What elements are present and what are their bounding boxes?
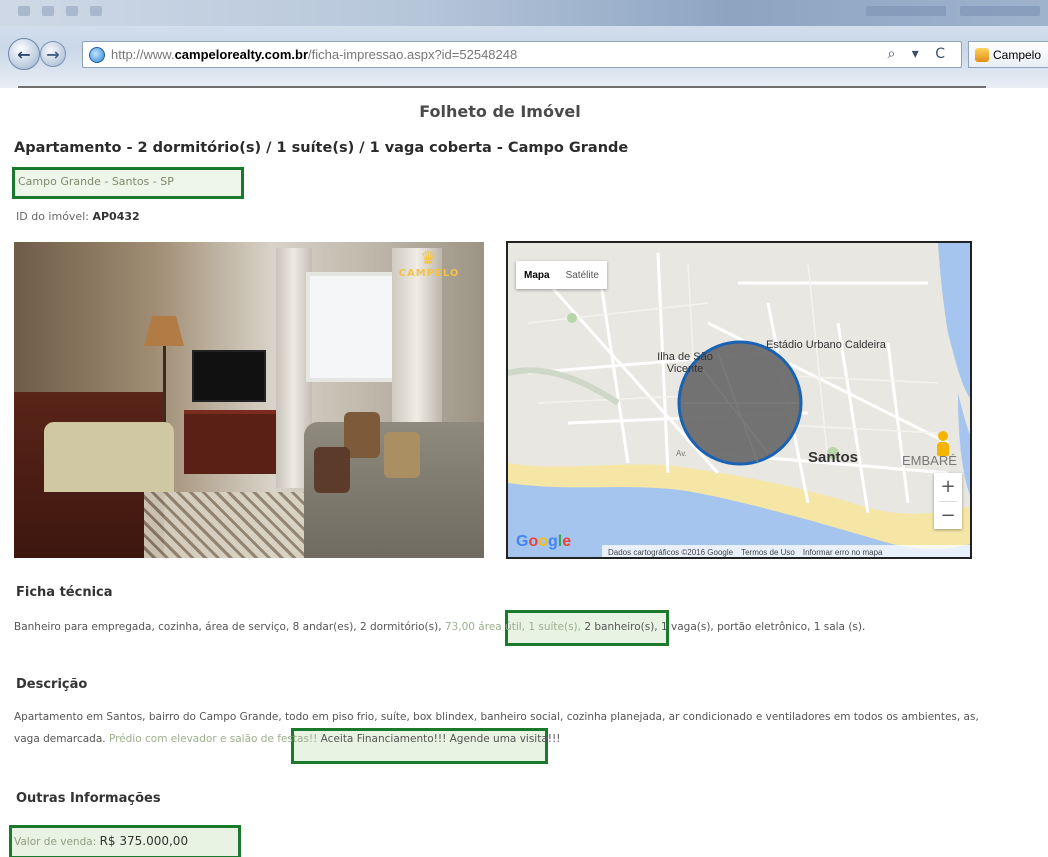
price-line: Valor de venda: R$ 375.000,00 (14, 830, 986, 853)
map-type-satellite[interactable]: Satélite (558, 270, 607, 281)
location-map[interactable]: Mapa Satélite Ilha de São Vicente Estádi… (506, 241, 972, 559)
page-title: Folheto de Imóvel (419, 102, 581, 121)
search-refresh-icons[interactable]: ⌕ ▾ C (887, 46, 951, 62)
google-logo: Google (516, 533, 572, 550)
map-type-control[interactable]: Mapa Satélite (516, 261, 607, 289)
ficha-tecnica-heading: Ficha técnica (16, 585, 113, 600)
title-bar-text (866, 6, 1040, 16)
map-type-map[interactable]: Mapa (516, 270, 558, 281)
back-button[interactable]: ← (8, 38, 40, 70)
property-id: ID do imóvel: AP0432 (16, 210, 140, 223)
property-location: Campo Grande - Santos - SP (18, 175, 174, 188)
price-label: Valor de venda: (14, 836, 97, 848)
map-canvas (508, 243, 970, 557)
map-report-link[interactable]: Informar erro no mapa (803, 548, 883, 557)
zoom-out-button[interactable]: − (934, 502, 962, 530)
property-photo: ♛ CAMPELO (14, 242, 484, 558)
tab-label: Campelo (993, 47, 1042, 62)
property-headline: Apartamento - 2 dormitório(s) / 1 suíte(… (14, 140, 629, 156)
descricao-text: Apartamento em Santos, bairro do Campo G… (14, 711, 979, 745)
ie-page-icon (89, 46, 105, 63)
quick-access-toolbar (18, 6, 102, 16)
highlight-area-suite: 73,00 área útil, 1 suíte(s), (444, 621, 581, 633)
map-label-estadio: Estádio Urbano Caldeira (766, 339, 886, 351)
outras-informacoes-heading: Outras Informações (16, 791, 161, 806)
site-favicon-icon (975, 47, 989, 62)
page-content: Folheto de Imóvel Apartamento - 2 dormit… (0, 88, 1048, 857)
watermark-logo: ♛ CAMPELO (398, 248, 460, 280)
street-view-pegman-icon[interactable] (936, 431, 950, 457)
arrow-right-icon: → (46, 44, 60, 64)
ficha-tecnica-text: Banheiro para empregada, cozinha, área d… (14, 621, 866, 633)
map-label-santos: Santos (808, 449, 859, 466)
price-value: R$ 375.000,00 (99, 834, 189, 848)
map-terms-link[interactable]: Termos de Uso (741, 548, 795, 557)
zoom-control[interactable]: + − (934, 473, 962, 529)
address-bar[interactable]: http://www.campelorealty.com.br/ficha-im… (82, 41, 962, 68)
map-data-credit: Dados cartográficos ©2016 Google (608, 547, 734, 557)
title-bar (0, 0, 1048, 26)
map-attribution: Dados cartográficos ©2016 Google Termos … (602, 545, 970, 557)
descricao-heading: Descrição (16, 677, 88, 692)
zoom-in-button[interactable]: + (934, 473, 962, 501)
highlight-elevator: Prédio com elevador e salão de festas!! (108, 733, 318, 745)
forward-button[interactable]: → (40, 41, 66, 67)
map-label-avenue: Av. (676, 449, 687, 458)
browser-tab[interactable]: Campelo (968, 41, 1048, 68)
map-label-ilha: Ilha de São Vicente (657, 351, 713, 375)
url-text[interactable]: http://www.campelorealty.com.br/ficha-im… (111, 47, 517, 62)
browser-chrome: ← → http://www.campelorealty.com.br/fich… (0, 0, 1048, 88)
navigation-bar: ← → http://www.campelorealty.com.br/fich… (0, 34, 1048, 74)
arrow-left-icon: ← (17, 44, 31, 64)
